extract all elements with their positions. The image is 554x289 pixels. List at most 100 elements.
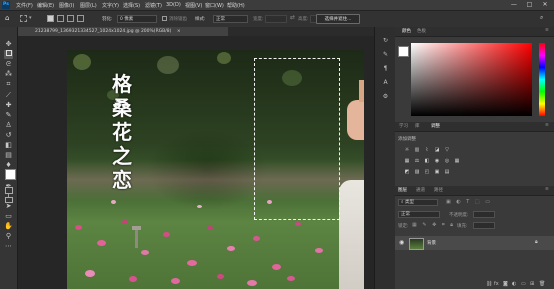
- layer-filter-icons[interactable]: ▣ ◐ T ⬚ ▭: [446, 199, 492, 205]
- home-icon[interactable]: ⌂: [5, 14, 13, 22]
- shape-icon[interactable]: ▭: [4, 212, 13, 221]
- width-input[interactable]: [265, 15, 287, 23]
- invert-icon[interactable]: ◩: [404, 170, 410, 175]
- black-white-icon[interactable]: ◧: [424, 159, 430, 164]
- tab-learn[interactable]: 学习: [399, 123, 408, 129]
- swap-icon[interactable]: ⇄: [290, 14, 295, 21]
- select-and-mask-button[interactable]: 选择并遮住...: [316, 14, 360, 24]
- intersect-selection-icon[interactable]: [77, 15, 84, 22]
- posterize-icon[interactable]: ▨: [414, 170, 420, 175]
- new-group-icon[interactable]: ▭: [521, 281, 526, 287]
- menu-image[interactable]: 图像(I): [59, 2, 74, 9]
- chevron-down-icon[interactable]: ▾: [29, 15, 32, 21]
- marquee-tool-preset-icon[interactable]: [20, 15, 27, 22]
- crop-icon[interactable]: ⌗: [4, 80, 13, 89]
- levels-icon[interactable]: ▥: [414, 148, 420, 153]
- tab-channels[interactable]: 通道: [416, 187, 425, 193]
- eraser-icon[interactable]: ◧: [4, 141, 13, 150]
- opacity-input[interactable]: [473, 211, 495, 218]
- layer-name[interactable]: 背景: [427, 240, 436, 246]
- search-icon[interactable]: ⌕: [540, 14, 543, 22]
- lock-icon[interactable]: 🔒︎: [535, 239, 538, 245]
- new-adjustment-icon[interactable]: ◐: [512, 281, 516, 287]
- lock-icons[interactable]: ▦ ✎ ✥ ⌗ 🔒︎: [412, 222, 455, 228]
- menu-type[interactable]: 文字(Y): [102, 2, 119, 9]
- brightness-icon[interactable]: ☼: [404, 148, 410, 153]
- menu-help[interactable]: 帮助(H): [227, 2, 245, 9]
- color-picker-field[interactable]: [411, 43, 532, 116]
- curves-icon[interactable]: ⌇: [424, 148, 430, 153]
- tab-layers[interactable]: 图层: [398, 187, 407, 193]
- color-foreground-swatch[interactable]: [398, 46, 409, 57]
- menu-3d[interactable]: 3D(D): [166, 2, 181, 8]
- marquee-icon[interactable]: [4, 50, 13, 59]
- gradient-icon[interactable]: ▤: [4, 151, 13, 160]
- fill-input[interactable]: [473, 222, 495, 229]
- close-tab-icon[interactable]: ×: [177, 29, 181, 34]
- style-select[interactable]: 正常: [213, 15, 248, 23]
- eyedropper-icon[interactable]: ⟋: [4, 91, 13, 100]
- feather-input[interactable]: 0 像素: [117, 15, 157, 23]
- panel-menu-icon[interactable]: ≡: [545, 187, 549, 192]
- color-balance-icon[interactable]: ⚖: [414, 159, 420, 164]
- exposure-icon[interactable]: ◪: [434, 148, 440, 153]
- path-select-icon[interactable]: ➤: [4, 202, 13, 211]
- history-icon[interactable]: ↻: [382, 37, 389, 44]
- hue-saturation-icon[interactable]: ▦: [404, 159, 410, 164]
- color-lookup-icon[interactable]: ▦: [454, 159, 460, 164]
- healing-icon[interactable]: ✚: [4, 101, 13, 110]
- stamp-icon[interactable]: ♙: [4, 121, 13, 130]
- panel-menu-icon[interactable]: ≡: [545, 28, 549, 33]
- more-icon[interactable]: ⋯: [4, 242, 13, 251]
- screen-mode-icon[interactable]: [5, 197, 13, 203]
- antialias-checkbox[interactable]: [162, 16, 167, 21]
- brush-icon[interactable]: ✎: [4, 111, 13, 120]
- link-layers-icon[interactable]: ⛓: [486, 281, 492, 287]
- blend-mode-select[interactable]: 正常: [398, 211, 440, 218]
- maximize-button[interactable]: □: [522, 1, 536, 9]
- magic-wand-icon[interactable]: ⁂: [4, 70, 13, 79]
- menu-filter[interactable]: 滤镜(T): [145, 2, 162, 9]
- menu-edit[interactable]: 编辑(E): [37, 2, 54, 9]
- eye-icon[interactable]: ◉: [399, 239, 404, 246]
- selection-marquee[interactable]: [254, 58, 340, 220]
- panel-menu-icon[interactable]: ≡: [545, 123, 549, 128]
- photo-filter-icon[interactable]: ◉: [434, 159, 440, 164]
- menu-layer[interactable]: 图层(L): [80, 2, 97, 9]
- quick-mask-icon[interactable]: [5, 187, 13, 194]
- layer-row[interactable]: ◉ 背景 🔒︎: [395, 236, 554, 250]
- foreground-color-swatch[interactable]: [5, 169, 16, 180]
- menu-window[interactable]: 窗口(W): [205, 2, 224, 9]
- properties-icon[interactable]: ✎: [382, 51, 389, 58]
- layer-style-icon[interactable]: fx: [494, 281, 499, 287]
- close-button[interactable]: ✕: [538, 1, 552, 9]
- add-mask-icon[interactable]: ◙: [503, 281, 508, 287]
- brush-settings-icon[interactable]: ⚙: [382, 93, 389, 100]
- minimize-button[interactable]: —: [507, 1, 521, 9]
- paragraph-icon[interactable]: ¶: [382, 65, 389, 72]
- tab-paths[interactable]: 路径: [434, 187, 443, 193]
- document-tab[interactable]: 21238799_1369321334527_1024x1024.jpg @ 2…: [18, 27, 228, 36]
- tab-swatches[interactable]: 色板: [417, 28, 426, 34]
- add-selection-icon[interactable]: [57, 15, 64, 22]
- hue-slider[interactable]: [539, 43, 545, 116]
- tab-adjustments[interactable]: 调整: [431, 123, 440, 129]
- subtract-selection-icon[interactable]: [67, 15, 74, 22]
- new-layer-icon[interactable]: ⊞: [530, 281, 534, 287]
- new-selection-icon[interactable]: [47, 15, 54, 22]
- menu-view[interactable]: 视图(V): [185, 2, 202, 9]
- delete-layer-icon[interactable]: 🗑︎: [539, 281, 545, 287]
- channel-mixer-icon[interactable]: ◎: [444, 159, 450, 164]
- move-icon[interactable]: ✥: [4, 40, 13, 49]
- threshold-icon[interactable]: ◰: [424, 170, 430, 175]
- vibrance-icon[interactable]: ▽: [444, 148, 450, 153]
- selective-color-icon[interactable]: ▣: [434, 170, 440, 175]
- character-icon[interactable]: A: [382, 79, 389, 86]
- lasso-icon[interactable]: ᘓ: [4, 60, 13, 69]
- menu-select[interactable]: 选择(S): [123, 2, 140, 9]
- hand-icon[interactable]: ✋: [4, 222, 13, 231]
- layer-kind-filter[interactable]: ⌕ 类型: [398, 199, 438, 206]
- menu-file[interactable]: 文件(F): [16, 2, 33, 9]
- tab-color[interactable]: 颜色: [402, 28, 411, 34]
- tab-libraries[interactable]: 库: [415, 123, 420, 129]
